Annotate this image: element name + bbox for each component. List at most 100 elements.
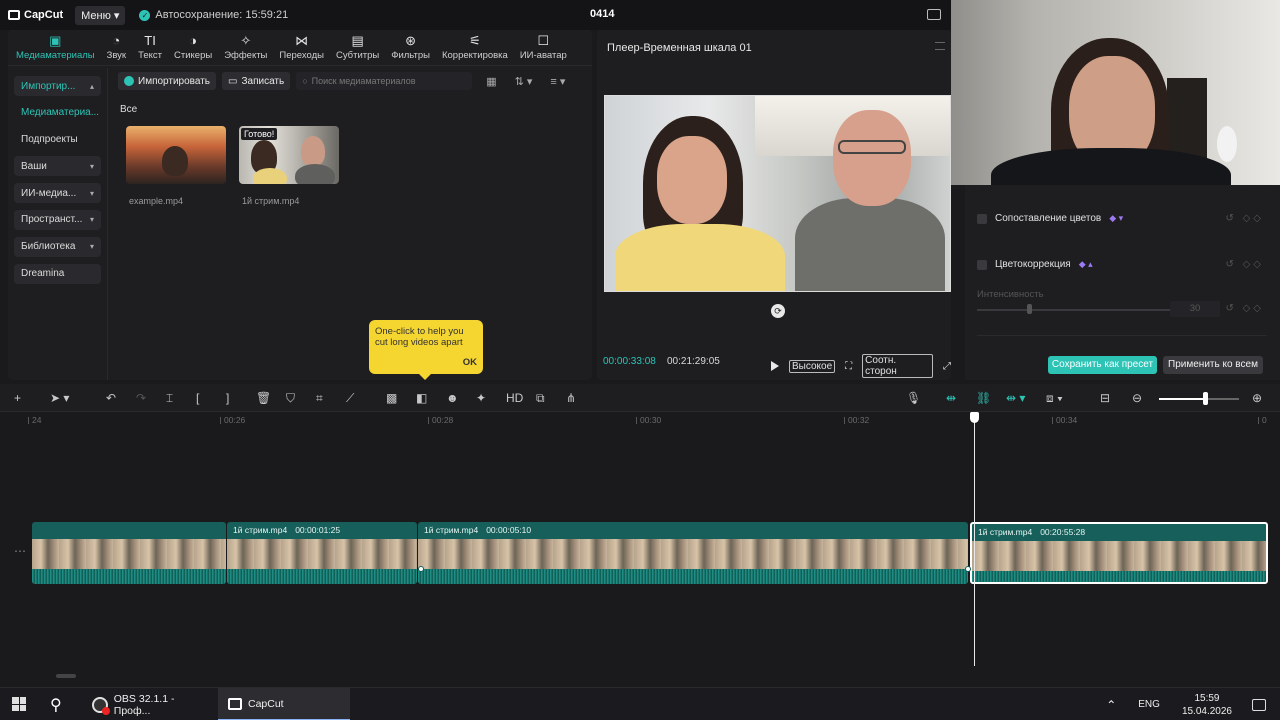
- timeline-clip[interactable]: 1й стрим.mp4 00:00:01:25: [227, 522, 417, 584]
- timeline-scrollbar[interactable]: [56, 674, 76, 678]
- smart-cut-icon[interactable]: ▩: [386, 391, 397, 405]
- video-preview[interactable]: [604, 95, 951, 292]
- timeline-clip[interactable]: 1й стрим.mp4 00:00:05:10: [418, 522, 968, 584]
- import-button[interactable]: Импортировать: [118, 72, 217, 90]
- trim-right-icon[interactable]: ]: [226, 391, 229, 405]
- playhead-handle[interactable]: [970, 412, 979, 423]
- save-preset-button[interactable]: Сохранить как пресет: [1048, 356, 1157, 374]
- split-icon[interactable]: ⌶: [166, 391, 173, 405]
- color-correction-row[interactable]: Цветокоррекция ◆ ▴: [977, 259, 1093, 270]
- tab-ai-avatar[interactable]: ☐ ИИ-аватар: [514, 30, 573, 65]
- sidebar-item-library[interactable]: Библиотека ▾: [14, 236, 101, 257]
- notifications-icon[interactable]: [1252, 698, 1266, 711]
- trim-left-icon[interactable]: [: [196, 391, 199, 405]
- keyframe-dot[interactable]: [965, 566, 971, 572]
- grid-view-icon[interactable]: ▦: [486, 75, 496, 88]
- language-indicator[interactable]: ENG: [1138, 699, 1160, 710]
- check-icon: ✓: [139, 9, 151, 21]
- keyframe-dot[interactable]: [418, 566, 424, 572]
- sidebar-item-dreamina[interactable]: Dreamina: [14, 263, 101, 284]
- tab-media[interactable]: ▣ Медиаматериалы: [10, 30, 101, 65]
- export-frame-icon[interactable]: ⧉: [536, 391, 545, 405]
- track-options-icon[interactable]: ⋯: [14, 544, 26, 558]
- magic-icon[interactable]: ✦: [476, 391, 486, 405]
- tab-stickers[interactable]: ◑ Стикеры: [168, 30, 218, 65]
- tab-sound[interactable]: ◔ Звук: [101, 30, 132, 65]
- taskbar-app-capcut[interactable]: CapCut: [218, 688, 350, 720]
- keyframe-controls[interactable]: ↺ ◇◇: [1225, 303, 1264, 314]
- tab-effects[interactable]: ✧ Эффекты: [218, 30, 273, 65]
- audio-split-icon[interactable]: ◧: [416, 391, 427, 405]
- clock[interactable]: 15:59 15.04.2026: [1182, 692, 1232, 718]
- premium-gem-icon: ◆ ▾: [1109, 213, 1124, 223]
- sort-icon[interactable]: ⇅ ▾: [515, 75, 533, 88]
- play-icon[interactable]: [771, 361, 779, 371]
- rotate-icon[interactable]: ⟳: [771, 304, 785, 318]
- zoom-slider-handle[interactable]: [1203, 392, 1208, 405]
- add-track-icon[interactable]: +: [14, 391, 21, 405]
- color-match-checkbox[interactable]: [977, 213, 987, 224]
- sidebar-item-import[interactable]: Импортир... ▴: [14, 76, 101, 96]
- fullscreen-icon[interactable]: ⤢: [943, 361, 951, 372]
- apply-all-button[interactable]: Применить ко всем: [1163, 356, 1263, 374]
- tab-text[interactable]: TI Текст: [132, 30, 168, 65]
- zoom-out-icon[interactable]: ⊖: [1132, 391, 1142, 405]
- windows-start-icon[interactable]: [12, 697, 26, 711]
- undo-icon[interactable]: ↶: [106, 391, 116, 405]
- tab-subtitles[interactable]: ▤ Субтитры: [330, 30, 385, 65]
- text-icon: TI: [144, 33, 156, 48]
- keyframe-controls[interactable]: ↺ ◇◇: [1225, 259, 1264, 270]
- intensity-value[interactable]: 30: [1170, 301, 1220, 317]
- search-icon[interactable]: ⚲: [50, 695, 62, 715]
- fit-icon[interactable]: ⛶: [845, 361, 852, 372]
- tab-transitions[interactable]: ⋈ Переходы: [273, 30, 330, 65]
- windows-taskbar: ⚲ OBS 32.1.1 - Проф... CapCut ⌃ ENG 15:5…: [0, 687, 1280, 720]
- microphone-icon[interactable]: 🎙: [906, 391, 921, 405]
- sidebar-item-yours[interactable]: Ваши ▾: [14, 156, 101, 177]
- remove-background-icon[interactable]: ☻: [446, 391, 459, 405]
- menu-button[interactable]: Меню ▾: [75, 5, 126, 25]
- aspect-ratio-button[interactable]: Соотн. сторон: [862, 354, 933, 378]
- hd-icon[interactable]: HD: [506, 391, 523, 405]
- tab-adjust[interactable]: ⚟ Корректировка: [436, 30, 514, 65]
- sidebar-item-subprojects[interactable]: Подпроекты: [14, 130, 101, 150]
- audio-wave-icon[interactable]: ⋔: [566, 391, 576, 405]
- auto-arrange-icon[interactable]: ⧈ ▾: [1046, 391, 1063, 405]
- tab-filters[interactable]: ⊛ Фильтры: [385, 30, 436, 65]
- select-tool-icon[interactable]: ➤ ▾: [50, 391, 69, 405]
- sidebar-item-ai-media[interactable]: ИИ-медиа... ▾: [14, 183, 101, 204]
- timeline-clip[interactable]: [32, 522, 226, 584]
- sidebar-item-media[interactable]: Медиаматериа...: [14, 103, 101, 123]
- filter-icon[interactable]: ≡ ▾: [550, 75, 565, 88]
- intensity-slider[interactable]: [977, 309, 1177, 311]
- zoom-in-icon[interactable]: ⊕: [1252, 391, 1262, 405]
- fit-timeline-icon[interactable]: ⊟: [1100, 391, 1110, 405]
- intensity-slider-handle[interactable]: [1027, 304, 1032, 314]
- preview-axis-icon[interactable]: ⇹ ▾: [1006, 391, 1025, 405]
- timeline-clip-selected[interactable]: 1й стрим.mp4 00:20:55:28: [970, 522, 1268, 584]
- crop-icon[interactable]: ⌗: [316, 391, 323, 405]
- quality-button[interactable]: Высокое: [789, 359, 836, 373]
- record-button[interactable]: ▭ Записать: [222, 72, 291, 90]
- delete-icon[interactable]: 🗑: [256, 391, 271, 405]
- sidebar-item-spaces[interactable]: Пространст... ▾: [14, 209, 101, 230]
- playhead[interactable]: [974, 412, 975, 666]
- time-ruler[interactable]: 24 00:26 00:28 00:30 00:32 00:34 0: [0, 412, 1280, 430]
- speed-icon[interactable]: ⟋: [346, 391, 354, 405]
- chevron-up-icon[interactable]: ⌃: [1106, 698, 1116, 712]
- search-input[interactable]: ○ Поиск медиаматериалов: [296, 72, 473, 90]
- snap-icon[interactable]: ⇹: [946, 391, 956, 405]
- mark-icon[interactable]: ⛉: [286, 391, 295, 405]
- keyframe-controls[interactable]: ↺ ◇◇: [1225, 213, 1264, 224]
- media-thumbnail-example[interactable]: [126, 126, 226, 184]
- link-icon[interactable]: ⛓: [976, 391, 991, 405]
- redo-icon[interactable]: ↷: [136, 391, 146, 405]
- color-match-row[interactable]: Сопоставление цветов ◆ ▾: [977, 213, 1123, 224]
- media-thumbnail-stream[interactable]: Готово!: [239, 126, 339, 184]
- layout-icon[interactable]: [927, 9, 941, 20]
- ruler-tick: 00:32: [843, 415, 870, 425]
- taskbar-app-obs[interactable]: OBS 32.1.1 - Проф...: [82, 688, 212, 720]
- color-correction-checkbox[interactable]: [977, 259, 987, 270]
- tooltip-ok-button[interactable]: OK: [463, 357, 477, 368]
- player-menu-icon[interactable]: [935, 42, 945, 50]
